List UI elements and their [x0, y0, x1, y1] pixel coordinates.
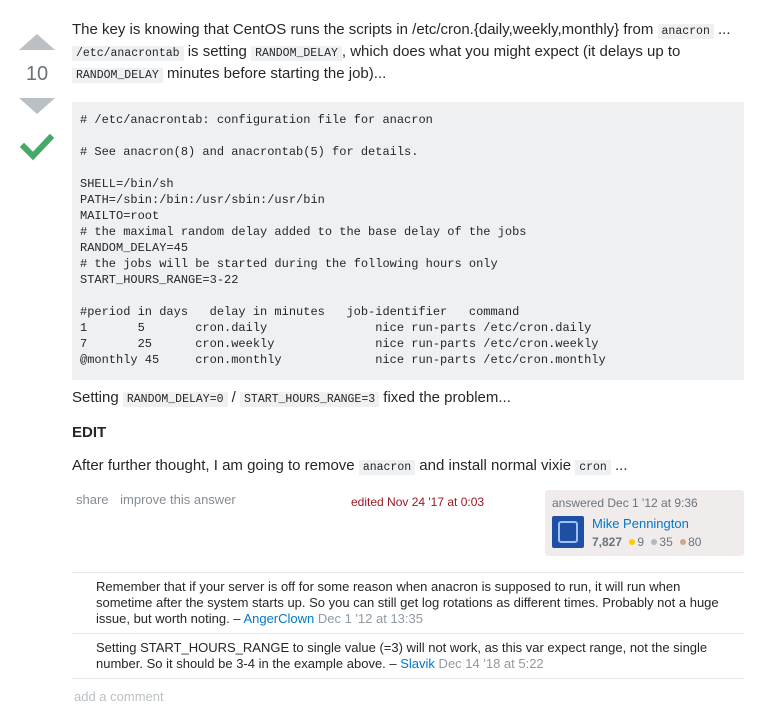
edited-time: Nov 24 '17 at 0:03 [387, 495, 485, 509]
inline-code: cron [575, 460, 611, 475]
accepted-checkmark-icon [19, 133, 55, 161]
silver-badge-icon [651, 539, 658, 546]
reputation-score: 7,827 [592, 535, 623, 549]
code-block: # /etc/anacrontab: configuration file fo… [72, 102, 744, 380]
edit-heading: EDIT [72, 424, 107, 441]
inline-code: START_HOURS_RANGE=3 [240, 392, 380, 407]
inline-code: RANDOM_DELAY=0 [122, 392, 228, 407]
user-name-link[interactable]: Mike Pennington [592, 516, 701, 532]
post-menu: share improve this answer [76, 492, 244, 507]
comment: Remember that if your server is off for … [72, 573, 744, 634]
user-card: answered Dec 1 '12 at 9:36 Mike Penningt… [545, 490, 744, 556]
comments-list: Remember that if your server is off for … [72, 572, 744, 679]
comment-user-link[interactable]: AngerClown [243, 611, 314, 626]
comment: Setting START_HOURS_RANGE to single valu… [72, 634, 744, 679]
inline-code: anacron [358, 460, 416, 475]
answer-paragraph-3: After further thought, I am going to rem… [72, 457, 628, 475]
bronze-badge-icon [680, 539, 687, 546]
inline-code: /etc/anacrontab [72, 46, 184, 61]
inline-code: anacron [657, 24, 714, 39]
inline-code: RANDOM_DELAY [72, 68, 163, 83]
improve-answer-link[interactable]: improve this answer [120, 492, 236, 507]
user-reputation: 7,827 9 35 80 [592, 535, 701, 549]
answer-paragraph-2: Setting RANDOM_DELAY=0 / START_HOURS_RAN… [72, 389, 511, 407]
comment-date[interactable]: Dec 1 '12 at 13:35 [314, 611, 423, 626]
gold-badge-icon [629, 539, 636, 546]
edited-info[interactable]: edited Nov 24 '17 at 0:03 [351, 495, 484, 509]
vote-count: 10 [25, 63, 49, 85]
inline-code: RANDOM_DELAY [251, 46, 342, 61]
downvote-arrow-icon[interactable] [19, 98, 55, 114]
comment-date[interactable]: Dec 14 '18 at 5:22 [435, 656, 544, 671]
upvote-arrow-icon[interactable] [19, 34, 55, 50]
answer-paragraph-1: The key is knowing that CentOS runs the … [72, 21, 731, 83]
avatar[interactable] [552, 516, 584, 548]
gold-badge-count: 9 [637, 535, 645, 549]
answered-time: answered Dec 1 '12 at 9:36 [552, 496, 698, 510]
edited-label: edited [351, 495, 388, 509]
vote-column: 10 [18, 34, 56, 162]
comment-user-link[interactable]: Slavik [400, 656, 435, 671]
bronze-badge-count: 80 [688, 535, 702, 549]
answer-body: The key is knowing that CentOS runs the … [72, 20, 744, 380]
silver-badge-count: 35 [659, 535, 673, 549]
share-link[interactable]: share [76, 492, 109, 507]
add-comment-link[interactable]: add a comment [74, 689, 164, 704]
